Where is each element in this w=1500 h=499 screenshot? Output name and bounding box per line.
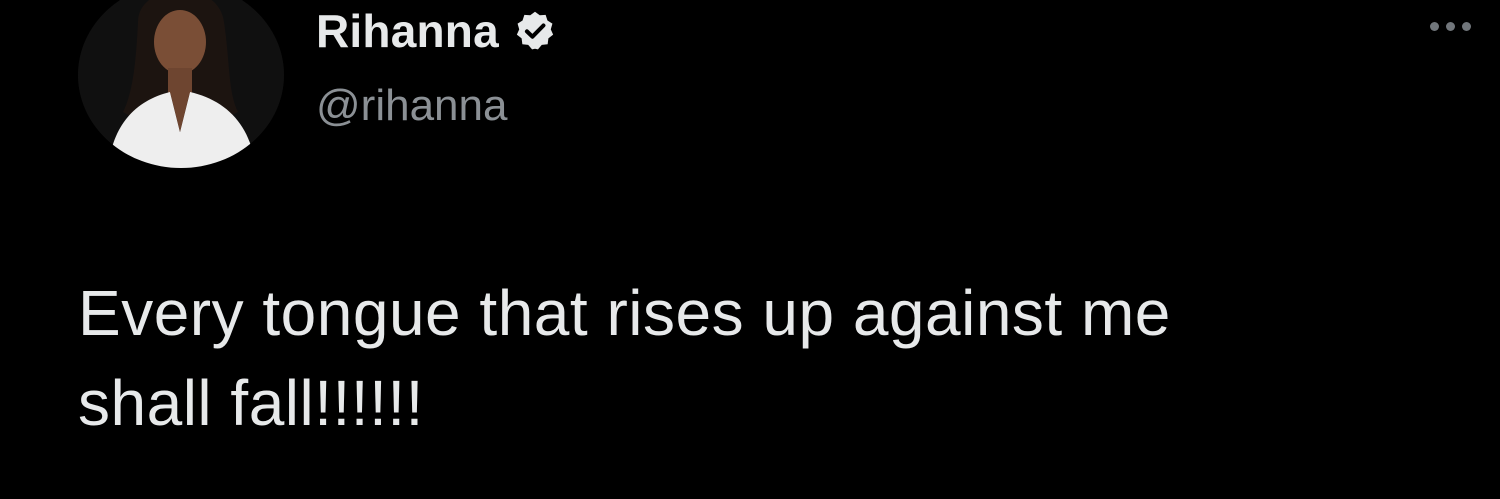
tweet-text-line: Every tongue that rises up against me xyxy=(78,277,1171,349)
tweet-card: Rihanna @rihanna Every tongue that rises… xyxy=(0,0,1500,499)
ellipsis-icon xyxy=(1445,21,1455,31)
more-options-button[interactable] xyxy=(1420,8,1480,44)
author-display-name[interactable]: Rihanna xyxy=(316,2,499,60)
tweet-text-line: shall fall!!!!!! xyxy=(78,367,424,439)
avatar-photo-icon xyxy=(78,0,284,168)
author-handle[interactable]: @rihanna xyxy=(316,78,507,134)
author-avatar[interactable] xyxy=(78,0,284,168)
verified-badge-icon xyxy=(513,9,557,53)
tweet-text: Every tongue that rises up against me sh… xyxy=(78,268,1478,448)
ellipsis-icon xyxy=(1429,21,1439,31)
author-name-row: Rihanna xyxy=(316,2,557,60)
ellipsis-icon xyxy=(1461,21,1471,31)
